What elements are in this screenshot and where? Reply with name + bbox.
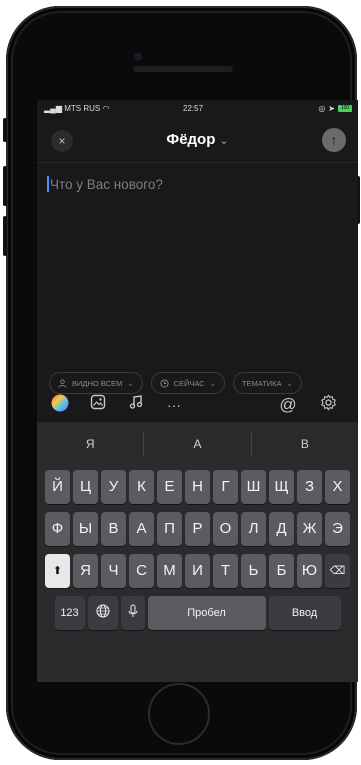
key[interactable]: Д xyxy=(269,512,294,546)
space-key[interactable]: Пробел xyxy=(147,596,266,630)
topic-chip[interactable]: ТЕМАТИКА ⌄ xyxy=(232,372,302,394)
clock-icon xyxy=(159,378,169,388)
key[interactable]: Р xyxy=(185,512,210,546)
attachment-toolbar: ··· @ xyxy=(49,394,349,418)
return-key[interactable]: Ввод xyxy=(268,596,341,630)
battery-icon: 100 xyxy=(338,105,352,112)
key[interactable]: Я xyxy=(73,554,98,588)
suggestion-item[interactable]: Я xyxy=(37,422,143,466)
keyboard-row-4: 123 Пробел Ввод xyxy=(37,596,358,630)
keyboard-row-3: ⬆ Я Ч С М И Т Ь Б Ю ⌫ xyxy=(37,554,358,588)
post-text-input[interactable]: Что у Вас нового? xyxy=(47,176,163,192)
globe-icon[interactable] xyxy=(87,596,118,630)
suggestion-item[interactable]: А xyxy=(144,422,250,466)
post-placeholder: Что у Вас нового? xyxy=(50,177,163,192)
key[interactable]: Ю xyxy=(297,554,322,588)
carrier-label: ▂▄▆ MTS RUS ◠ xyxy=(44,104,110,113)
key[interactable]: Ж xyxy=(297,512,322,546)
key[interactable]: Ш xyxy=(241,470,266,504)
key[interactable]: Ц xyxy=(73,470,98,504)
key[interactable]: И xyxy=(185,554,210,588)
user-icon xyxy=(58,378,67,388)
key[interactable]: Л xyxy=(241,512,266,546)
numbers-key[interactable]: 123 xyxy=(54,596,85,630)
text-cursor xyxy=(47,176,49,192)
send-button[interactable]: ↑ xyxy=(322,128,346,152)
key[interactable]: У xyxy=(101,470,126,504)
front-camera xyxy=(134,53,142,61)
key[interactable]: Х xyxy=(325,470,350,504)
key[interactable]: Б xyxy=(269,554,294,588)
key[interactable]: З xyxy=(297,470,322,504)
compose-header: × Фёдор ⌄ ↑ xyxy=(37,122,358,163)
visibility-chip[interactable]: ВИДНО ВСЕМ ⌄ xyxy=(49,372,143,394)
chevron-down-icon: ⌄ xyxy=(209,378,216,388)
mention-icon[interactable]: @ xyxy=(277,394,299,416)
key[interactable]: М xyxy=(157,554,182,588)
key[interactable]: Н xyxy=(185,470,210,504)
suggestion-bar: Я А В xyxy=(37,422,358,466)
alarm-icon: ◎ xyxy=(318,104,326,113)
keyboard-row-2: Ф Ы В А П Р О Л Д Ж Э xyxy=(37,512,358,546)
status-time: 22:57 xyxy=(183,104,204,113)
chevron-down-icon: ⌄ xyxy=(219,135,229,147)
status-bar: ▂▄▆ MTS RUS ◠ 22:57 ◎ ➤ 100 xyxy=(37,100,358,118)
key[interactable]: Ч xyxy=(101,554,126,588)
schedule-chip[interactable]: СЕЙЧАС ⌄ xyxy=(150,372,225,394)
backspace-icon[interactable]: ⌫ xyxy=(325,554,350,588)
microphone-icon[interactable] xyxy=(120,596,145,630)
chevron-down-icon: ⌄ xyxy=(127,378,134,388)
screen: ▂▄▆ MTS RUS ◠ 22:57 ◎ ➤ 100 × Фёдор ⌄ ↑ Ч… xyxy=(37,100,358,682)
keyboard: Я А В Й Ц У К Е Н Г Ш Щ З Х Ф Ы В А П Р … xyxy=(37,422,358,682)
key[interactable]: Т xyxy=(213,554,238,588)
suggestion-item[interactable]: В xyxy=(252,422,358,466)
photo-icon[interactable] xyxy=(87,394,109,416)
location-icon: ➤ xyxy=(328,104,335,113)
color-palette-icon[interactable] xyxy=(49,394,71,416)
key[interactable]: С xyxy=(129,554,154,588)
key[interactable]: А xyxy=(129,512,154,546)
page-title: Фёдор xyxy=(166,131,216,148)
wifi-icon: ◠ xyxy=(102,104,110,113)
signal-icon: ▂▄▆ xyxy=(44,104,62,113)
chevron-down-icon: ⌄ xyxy=(286,378,293,388)
post-options: ВИДНО ВСЕМ ⌄ СЕЙЧАС ⌄ ТЕМАТИКА ⌄ xyxy=(49,372,302,394)
key[interactable]: Щ xyxy=(269,470,294,504)
key[interactable]: Ы xyxy=(73,512,98,546)
home-button[interactable] xyxy=(148,683,210,745)
key[interactable]: В xyxy=(101,512,126,546)
settings-gear-icon[interactable] xyxy=(317,394,339,416)
key[interactable]: Е xyxy=(157,470,182,504)
music-icon[interactable] xyxy=(125,394,147,416)
keyboard-row-1: Й Ц У К Е Н Г Ш Щ З Х xyxy=(37,470,358,504)
author-selector[interactable]: Фёдор ⌄ xyxy=(37,131,358,148)
key[interactable]: Г xyxy=(213,470,238,504)
key[interactable]: Э xyxy=(325,512,350,546)
key[interactable]: Й xyxy=(45,470,70,504)
key[interactable]: П xyxy=(157,512,182,546)
shift-icon[interactable]: ⬆ xyxy=(45,554,70,588)
key[interactable]: О xyxy=(213,512,238,546)
more-icon[interactable]: ··· xyxy=(163,394,185,416)
volume-down-button xyxy=(3,216,7,256)
earpiece-speaker xyxy=(133,66,233,72)
mute-switch xyxy=(3,118,7,142)
key[interactable]: К xyxy=(129,470,154,504)
key[interactable]: Ф xyxy=(45,512,70,546)
volume-up-button xyxy=(3,166,7,206)
key[interactable]: Ь xyxy=(241,554,266,588)
